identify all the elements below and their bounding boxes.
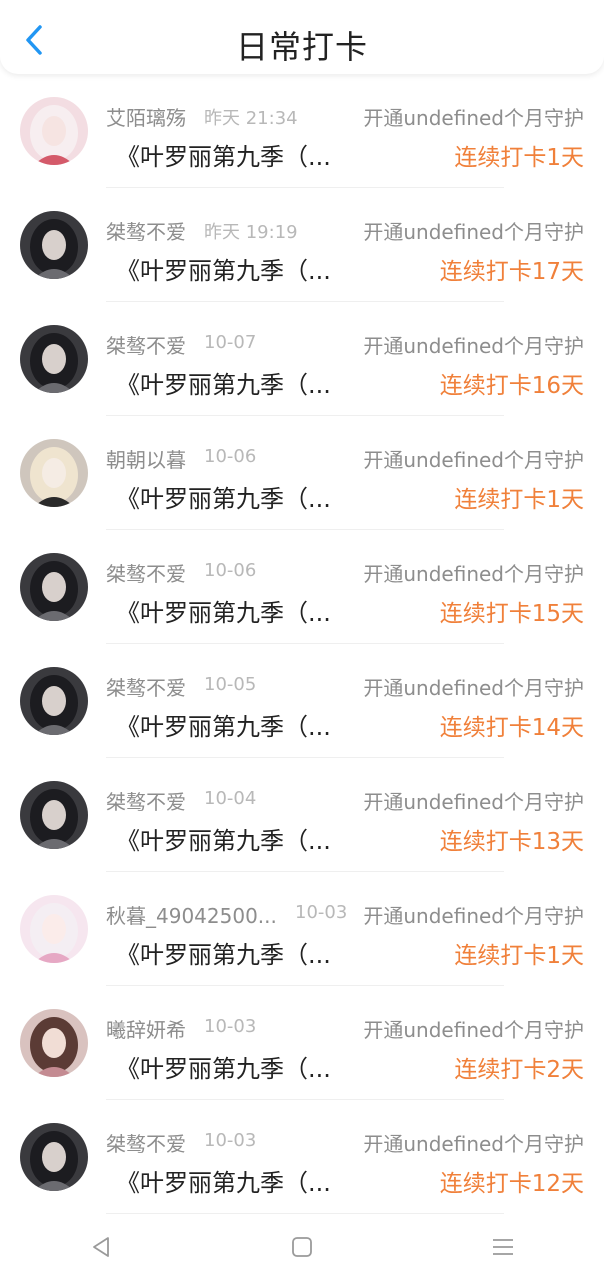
user-name: 桀骜不爱 — [106, 220, 186, 244]
page-title: 日常打卡 — [235, 28, 368, 66]
streak-label: 连续打卡1天 — [454, 145, 584, 171]
avatar[interactable] — [20, 1123, 88, 1191]
user-name: 艾陌璃殇 — [106, 106, 186, 130]
nav-home-button[interactable] — [272, 1227, 332, 1267]
guard-status: 开通undefined个月守护 — [363, 448, 584, 472]
guard-status: 开通undefined个月守护 — [363, 106, 584, 130]
avatar[interactable] — [20, 1009, 88, 1077]
avatar[interactable] — [20, 97, 88, 165]
checkin-row[interactable]: 曦辞妍希 10-03 开通undefined个月守护《叶罗丽第九季（... 连续打卡2… — [0, 986, 604, 1100]
work-title: 《叶罗丽第九季（... — [116, 485, 331, 513]
user-name: 桀骜不爱 — [106, 562, 186, 586]
back-triangle-icon — [92, 1237, 109, 1257]
work-title: 《叶罗丽第九季（... — [116, 1055, 331, 1083]
work-title: 《叶罗丽第九季（... — [116, 257, 331, 285]
work-title: 《叶罗丽第九季（... — [116, 941, 331, 969]
streak-label: 连续打卡1天 — [454, 943, 584, 969]
checkin-row[interactable]: 桀骜不爱 10-05 开通undefined个月守护《叶罗丽第九季（... 连续打卡1… — [0, 644, 604, 758]
checkin-row[interactable]: 桀骜不爱 10-06 开通undefined个月守护《叶罗丽第九季（... 连续打卡1… — [0, 530, 604, 644]
checkin-time: 10-06 — [204, 560, 257, 581]
avatar[interactable] — [20, 667, 88, 735]
work-title: 《叶罗丽第九季（... — [116, 827, 331, 855]
top-bar: 日常打卡 — [0, 0, 604, 74]
user-name: 朝朝以暮 — [106, 448, 186, 472]
nav-back-button[interactable] — [71, 1227, 131, 1267]
guard-status: 开通undefined个月守护 — [363, 1018, 584, 1042]
system-nav-bar — [0, 1214, 604, 1280]
streak-label: 连续打卡1天 — [454, 487, 584, 513]
checkin-row[interactable]: 桀骜不爱 10-03 开通undefined个月守护《叶罗丽第九季（... 连续打卡1… — [0, 1100, 604, 1214]
checkin-time: 10-05 — [204, 674, 257, 695]
avatar[interactable] — [20, 553, 88, 621]
avatar[interactable] — [20, 439, 88, 507]
guard-status: 开通undefined个月守护 — [363, 790, 584, 814]
checkin-list: 艾陌璃殇 昨天 21:34 开通undefined个月守护 《叶罗丽第九季（... 连续… — [0, 74, 604, 1214]
checkin-time: 昨天 19:19 — [204, 222, 298, 243]
avatar[interactable] — [20, 325, 88, 393]
work-title: 《叶罗丽第九季（... — [116, 143, 331, 171]
menu-lines-icon — [493, 1239, 514, 1255]
checkin-time: 10-03 — [295, 902, 348, 923]
checkin-row[interactable]: 朝朝以暮 10-06 开通undefined个月守护《叶罗丽第九季（... 连续打卡1… — [0, 416, 604, 530]
streak-label: 连续打卡13天 — [439, 829, 584, 855]
streak-label: 连续打卡17天 — [439, 259, 584, 285]
streak-label: 连续打卡2天 — [454, 1057, 584, 1083]
guard-status: 开通undefined个月守护 — [363, 562, 584, 586]
avatar[interactable] — [20, 211, 88, 279]
checkin-time: 10-04 — [204, 788, 257, 809]
user-name: 桀骜不爱 — [106, 334, 186, 358]
checkin-row[interactable]: 艾陌璃殇 昨天 21:34 开通undefined个月守护《叶罗丽第九季（... 连续… — [0, 74, 604, 188]
user-name: 桀骜不爱 — [106, 790, 186, 814]
work-title: 《叶罗丽第九季（... — [116, 371, 331, 399]
home-square-icon — [292, 1237, 312, 1257]
checkin-time: 10-06 — [204, 446, 257, 467]
avatar[interactable] — [20, 781, 88, 849]
checkin-time: 10-07 — [204, 332, 257, 353]
streak-label: 连续打卡16天 — [439, 373, 584, 399]
streak-label: 连续打卡14天 — [439, 715, 584, 741]
nav-menu-button[interactable] — [473, 1227, 533, 1267]
user-name: 曦辞妍希 — [106, 1018, 186, 1042]
checkin-row[interactable]: 秋暮_49042500... 10-03 开通undefined个月守护《叶罗丽第九… — [0, 872, 604, 986]
checkin-row[interactable]: 桀骜不爱 昨天 19:19 开通undefined个月守护《叶罗丽第九季（... 连续… — [0, 188, 604, 302]
guard-status: 开通undefined个月守护 — [363, 676, 584, 700]
work-title: 《叶罗丽第九季（... — [116, 713, 331, 741]
guard-status: 开通undefined个月守护 — [363, 1132, 584, 1156]
checkin-time: 10-03 — [204, 1016, 257, 1037]
guard-status: 开通undefined个月守护 — [363, 220, 584, 244]
checkin-row[interactable]: 桀骜不爱 10-07 开通undefined个月守护《叶罗丽第九季（... 连续打卡1… — [0, 302, 604, 416]
user-name: 桀骜不爱 — [106, 676, 186, 700]
guard-status: 开通undefined个月守护 — [363, 334, 584, 358]
streak-label: 连续打卡12天 — [439, 1171, 584, 1197]
guard-status: 开通undefined个月守护 — [363, 904, 584, 928]
streak-label: 连续打卡15天 — [439, 601, 584, 627]
work-title: 《叶罗丽第九季（... — [116, 599, 331, 627]
user-name: 秋暮_49042500... — [106, 904, 277, 928]
checkin-row[interactable]: 桀骜不爱 10-04 开通undefined个月守护《叶罗丽第九季（... 连续打卡1… — [0, 758, 604, 872]
checkin-time: 10-03 — [204, 1130, 257, 1151]
avatar[interactable] — [20, 895, 88, 963]
checkin-time: 昨天 21:34 — [204, 108, 298, 129]
user-name: 桀骜不爱 — [106, 1132, 186, 1156]
work-title: 《叶罗丽第九季（... — [116, 1169, 331, 1197]
